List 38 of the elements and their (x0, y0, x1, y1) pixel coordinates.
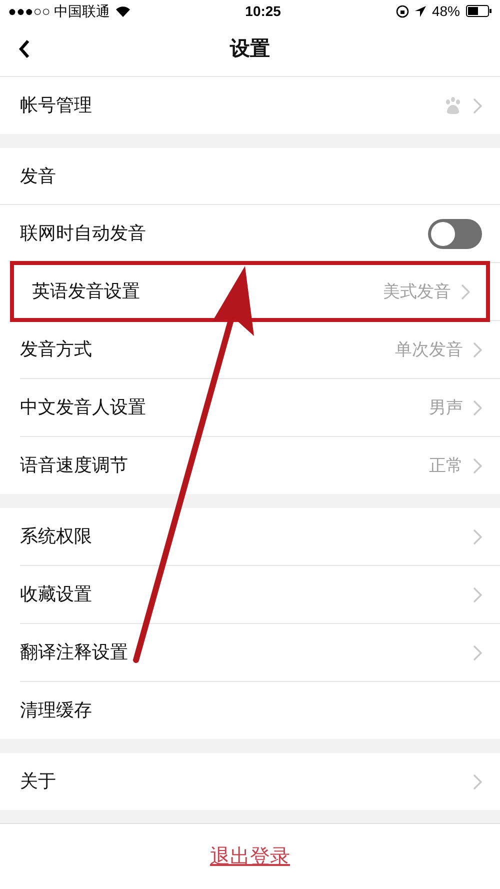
battery-icon (466, 5, 492, 17)
row-label: 清理缓存 (20, 699, 92, 722)
row-label: 语音速度调节 (20, 454, 128, 477)
chevron-right-icon (473, 586, 482, 602)
row-label: 关于 (20, 770, 56, 793)
chevron-right-icon (473, 98, 482, 114)
row-label: 发音方式 (20, 338, 92, 361)
lock-rotation-icon (396, 4, 409, 18)
section-header: 发音 (20, 164, 56, 188)
row-label: 系统权限 (20, 525, 92, 548)
location-icon (414, 6, 426, 16)
back-button[interactable] (18, 39, 30, 59)
time-text: 10:25 (245, 2, 281, 20)
carrier-text: ●●●○○ 中国联通 (8, 2, 110, 20)
chevron-right-icon (473, 458, 482, 474)
chevron-right-icon (473, 528, 482, 544)
chevron-right-icon (473, 774, 482, 790)
row-label: 联网时自动发音 (20, 222, 146, 245)
row-label: 英语发音设置 (32, 280, 140, 303)
chevron-right-icon (473, 342, 482, 358)
chevron-right-icon (473, 400, 482, 416)
row-label: 帐号管理 (20, 94, 92, 117)
row-value: 男声 (429, 396, 463, 419)
row-value: 美式发音 (383, 280, 451, 303)
wifi-icon (116, 6, 130, 16)
row-label: 收藏设置 (20, 583, 92, 606)
battery-text: 48% (432, 2, 460, 20)
settings-row[interactable]: 英语发音设置 美式发音 (12, 263, 488, 320)
chevron-right-icon (461, 284, 470, 300)
page-title: 设置 (230, 37, 270, 62)
row-value: 正常 (429, 454, 463, 477)
toggle-switch[interactable] (428, 218, 482, 248)
row-label: 中文发音人设置 (20, 396, 146, 419)
logout-link[interactable]: 退出登录 (210, 842, 290, 872)
row-label: 翻译注释设置 (20, 641, 128, 664)
chevron-right-icon (473, 644, 482, 660)
row-value: 单次发音 (395, 338, 463, 361)
paw-icon (443, 96, 463, 116)
